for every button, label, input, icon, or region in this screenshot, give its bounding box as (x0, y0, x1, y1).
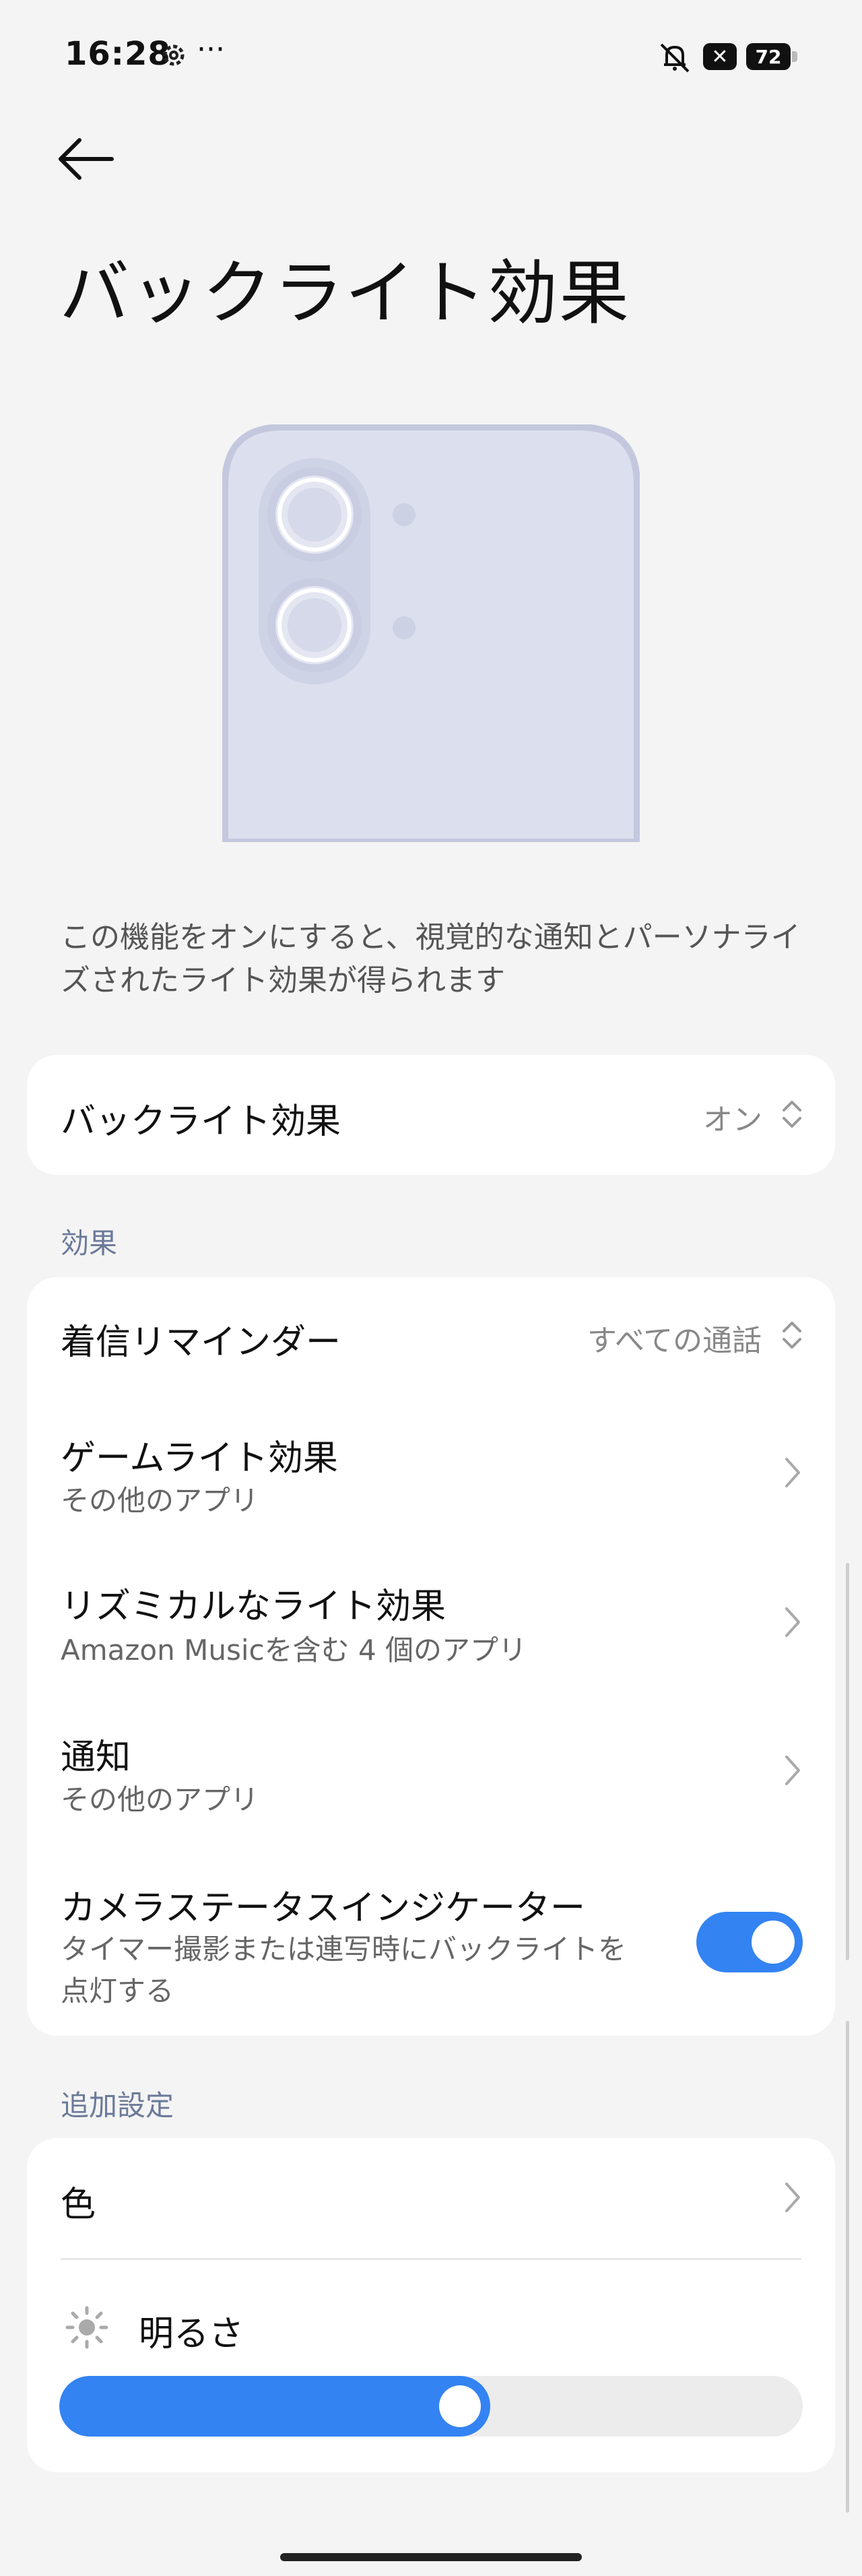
brightness-slider[interactable] (59, 2376, 803, 2437)
backlight-setting-value: オン (703, 1103, 762, 1137)
camera-indicator-subtitle-line2: 点灯する (61, 1974, 174, 2007)
phone-back-illustration (222, 424, 640, 842)
incoming-call-reminder-value: すべての通話 (587, 1324, 762, 1358)
incoming-call-reminder-title: 着信リマインダー (61, 1322, 341, 1363)
camera-indicator-title: カメラステータスインジケーター (61, 1888, 585, 1929)
effects-section-header: 効果 (61, 1227, 118, 1260)
page-title: バックライト効果 (59, 252, 631, 334)
color-label: 色 (61, 2185, 96, 2225)
backlight-setting-label: バックライト効果 (61, 1101, 341, 1142)
scrollbar (846, 1563, 849, 1960)
notifications-subtitle: その他のアプリ (61, 1783, 259, 1816)
additional-section-header: 追加設定 (61, 2089, 174, 2122)
brightness-slider-knob[interactable] (439, 2385, 481, 2427)
scrollbar (846, 2021, 849, 2513)
rhythmic-light-title: リズミカルなライト効果 (61, 1586, 446, 1627)
gear-icon (163, 44, 185, 66)
color-row[interactable] (27, 2138, 835, 2257)
sun-icon (65, 2306, 108, 2349)
game-light-title: ゲームライト効果 (61, 1438, 338, 1479)
rhythmic-light-subtitle: Amazon Musicを含む 4 個のアプリ (61, 1634, 527, 1667)
camera-indicator-toggle[interactable] (696, 1912, 803, 1972)
arrow-left-icon[interactable] (54, 132, 119, 186)
feature-description: この機能をオンにすると、視覚的な通知とパーソナライズされたライト効果が得られます (61, 920, 801, 998)
bell-off-icon (660, 43, 690, 73)
chevron-updown-icon (783, 1101, 801, 1128)
status-time: 16:28 (65, 35, 171, 73)
chevron-right-icon (785, 2183, 800, 2212)
chevron-right-icon (785, 1458, 800, 1487)
chevron-right-icon (785, 1607, 800, 1637)
chevron-right-icon (785, 1756, 800, 1785)
notifications-title: 通知 (61, 1737, 131, 1778)
battery-indicator: 72 (746, 43, 797, 70)
divider (61, 2258, 801, 2260)
notification-icon: ✕ (703, 43, 737, 70)
status-more: ··· (197, 32, 225, 67)
home-indicator[interactable] (280, 2553, 582, 2561)
notifications-row[interactable] (27, 1695, 835, 1844)
toggle-knob (752, 1921, 795, 1964)
camera-indicator-subtitle-line1: タイマー撮影または連写時にバックライトを (61, 1933, 627, 1966)
game-light-subtitle: その他のアプリ (61, 1484, 259, 1517)
brightness-slider-fill (59, 2376, 490, 2437)
brightness-label: 明るさ (139, 2314, 244, 2354)
chevron-updown-icon (783, 1322, 801, 1349)
